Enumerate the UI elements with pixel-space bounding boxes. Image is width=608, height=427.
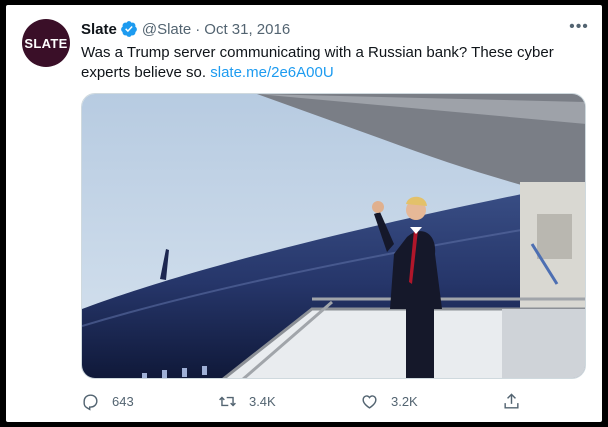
tweet-text: Was a Trump server communicating with a … bbox=[81, 43, 586, 83]
share-button[interactable] bbox=[502, 392, 521, 411]
photo-illustration bbox=[82, 94, 585, 378]
author-name[interactable]: Slate bbox=[81, 21, 117, 38]
avatar-logo-text: SLATE bbox=[24, 35, 68, 51]
more-label: ••• bbox=[569, 18, 589, 35]
avatar[interactable]: SLATE bbox=[22, 19, 70, 67]
retweet-icon bbox=[219, 396, 236, 406]
separator-dot: · bbox=[195, 20, 201, 38]
verified-badge-icon bbox=[120, 21, 137, 37]
reply-count: 643 bbox=[112, 393, 134, 409]
reply-icon bbox=[83, 393, 98, 411]
like-count: 3.2K bbox=[390, 393, 418, 409]
tweet-photo[interactable] bbox=[81, 93, 586, 379]
reply-button[interactable]: 643 bbox=[81, 392, 134, 411]
action-bar: 643 3.4K 3.2K bbox=[81, 389, 521, 413]
retweet-count: 3.4K bbox=[248, 393, 276, 409]
tweet-link[interactable]: slate.me/2e6A00U bbox=[210, 64, 333, 81]
retweet-button[interactable]: 3.4K bbox=[218, 392, 276, 411]
like-button[interactable]: 3.2K bbox=[360, 392, 418, 411]
author-handle[interactable]: @Slate bbox=[142, 21, 191, 38]
share-icon bbox=[504, 392, 519, 409]
heart-icon bbox=[362, 394, 377, 409]
tweet-card[interactable]: SLATE Slate @Slate · Oct 31, 2016 ••• Wa… bbox=[6, 5, 602, 422]
tweet-date[interactable]: Oct 31, 2016 bbox=[204, 21, 290, 38]
tweet-header: Slate @Slate · Oct 31, 2016 bbox=[81, 18, 290, 40]
more-icon[interactable]: ••• bbox=[566, 17, 592, 37]
